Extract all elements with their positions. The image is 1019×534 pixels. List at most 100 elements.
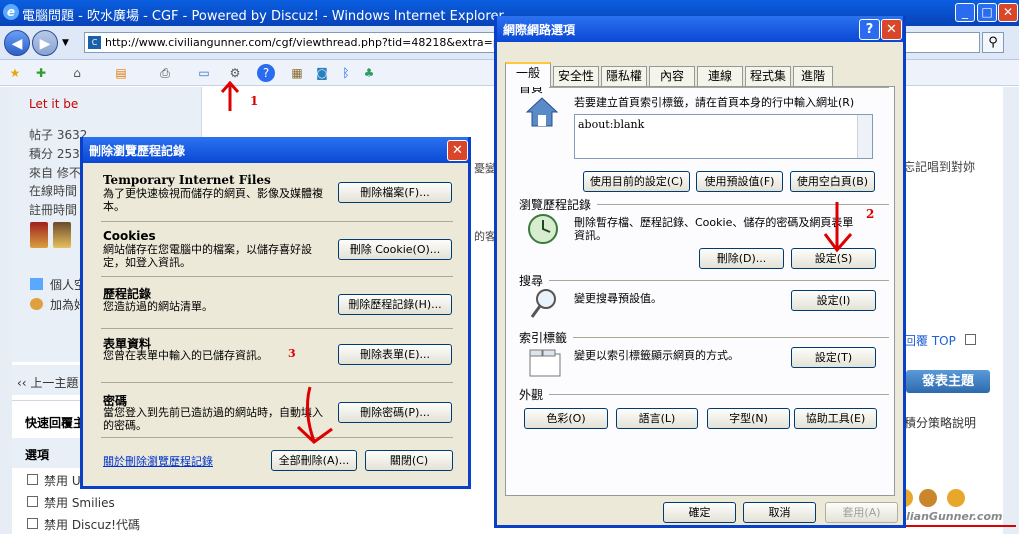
page-icon[interactable]: ▭ [195, 64, 213, 82]
post-new-topic-label: 發表主題 [921, 374, 974, 389]
disable-url-checkbox[interactable] [27, 474, 38, 485]
post-new-topic-button[interactable]: 發表主題 [906, 370, 990, 393]
url-text: http://www.civiliangunner.com/cgf/viewth… [105, 36, 495, 49]
tab-privacy[interactable]: 隱私權 [601, 66, 647, 86]
close-button[interactable]: 關閉(C) [365, 450, 453, 471]
annotation-arrow-2 [823, 202, 853, 253]
reply-top-link[interactable]: 回覆 TOP [904, 332, 956, 349]
select-checkbox[interactable] [965, 334, 976, 345]
temp-files-heading: Temporary Internet Files [103, 173, 271, 187]
accessibility-button[interactable]: 協助工具(E) [794, 408, 877, 429]
forward-button[interactable]: ▶ [32, 30, 58, 56]
form-data-desc: 您曾在表單中輸入的已儲存資訊。 [103, 349, 268, 362]
minimize-button[interactable]: _ [955, 3, 975, 22]
languages-button[interactable]: 語言(L) [616, 408, 698, 429]
delete-cookies-button[interactable]: 刪除 Cookie(O)... [338, 239, 452, 260]
tab-advanced[interactable]: 進階 [793, 66, 833, 86]
ok-button[interactable]: 確定 [663, 502, 736, 523]
post-fragment: 憂變 [474, 162, 496, 175]
quick-reply-title: 快速回覆主 [25, 416, 86, 430]
divider [101, 221, 453, 222]
options-dialog-close-icon[interactable]: ✕ [881, 19, 902, 40]
delete-button[interactable]: 刪除(D)... [699, 248, 784, 269]
messenger-icon[interactable]: ◙ [313, 64, 331, 82]
delete-all-button[interactable]: 全部刪除(A)... [271, 450, 357, 471]
divider [549, 280, 889, 281]
disable-discuz-code-label: 禁用 Discuz!代碼 [44, 518, 140, 532]
tab-general[interactable]: 一般 [505, 62, 551, 87]
post-text-fragment: 忘記唱到對妳 [903, 160, 976, 174]
delete-dialog-title-text: 刪除瀏覽歷程記錄 [89, 144, 186, 158]
apply-button[interactable]: 套用(A) [825, 502, 898, 523]
tab-programs[interactable]: 程式集 [745, 66, 791, 86]
disable-discuz-code-checkbox[interactable] [27, 518, 38, 529]
tabs-settings-button[interactable]: 設定(T) [791, 347, 876, 368]
use-default-button[interactable]: 使用預設值(F) [696, 171, 783, 192]
maximize-button[interactable]: □ [977, 3, 997, 22]
user-online-time: 在線時間 [29, 184, 78, 198]
use-current-button[interactable]: 使用目前的設定(C) [583, 171, 690, 192]
tabs-window-icon [529, 349, 561, 377]
smiley-icon [947, 489, 965, 507]
points-policy-link[interactable]: 積分策略說明 [904, 414, 976, 431]
favorites-star-icon[interactable]: ★ [6, 64, 24, 82]
use-blank-button[interactable]: 使用空白頁(B) [790, 171, 875, 192]
home-space-icon [30, 278, 43, 290]
divider [101, 328, 453, 329]
home-icon[interactable]: ⌂ [68, 64, 86, 82]
delete-dialog-close-icon[interactable]: ✕ [447, 140, 468, 161]
page-margin [0, 87, 12, 534]
delete-passwords-button[interactable]: 刪除密碼(P)... [338, 402, 452, 423]
post-fragment: 的客 [474, 230, 496, 243]
history-dropdown-icon[interactable]: ▼ [62, 38, 69, 48]
user-points: 積分 253 [29, 147, 80, 161]
search-magnifier-icon [530, 289, 556, 318]
divider [101, 437, 453, 438]
annotation-arrow-3 [296, 386, 333, 444]
page-scrollbar[interactable] [1003, 87, 1019, 534]
feeds-icon[interactable]: ▤ [112, 64, 130, 82]
home-page-input[interactable]: about:blank [574, 114, 873, 159]
options-title: 選項 [25, 448, 50, 462]
delete-forms-button[interactable]: 刪除表單(E)... [338, 344, 452, 365]
cookies-desc: 網站儲存在您電腦中的檔案，以儲存喜好設定，如登入資訊。 [103, 243, 312, 269]
annotation-number-3: 3 [288, 347, 296, 360]
search-settings-button[interactable]: 設定(I) [791, 290, 876, 311]
annotation-arrow-1 [220, 80, 240, 111]
disable-url-label: 禁用 U [44, 474, 81, 488]
annotation-number-2: 2 [866, 207, 875, 221]
print-icon[interactable]: ⎙ [156, 64, 174, 82]
back-button[interactable]: ◀ [4, 30, 30, 56]
search-icon[interactable]: ⚲ [982, 32, 1004, 53]
addon-icon[interactable]: ♣ [360, 64, 378, 82]
add-friend-icon [30, 298, 43, 310]
url-field[interactable]: Chttp://www.civiliangunner.com/cgf/viewt… [84, 32, 496, 53]
close-window-button[interactable]: ✕ [998, 3, 1018, 22]
bluetooth-icon[interactable]: ᛒ [337, 64, 355, 82]
disable-smilies-checkbox[interactable] [27, 496, 38, 507]
research-icon[interactable]: ▦ [288, 64, 306, 82]
cancel-button[interactable]: 取消 [743, 502, 816, 523]
help-icon[interactable]: ? [859, 19, 880, 40]
options-dialog-title-text: 網際網路選項 [503, 23, 576, 37]
delete-history-dialog: 刪除瀏覽歷程記錄 ✕ Temporary Internet Files 為了更快… [80, 137, 471, 489]
delete-files-button[interactable]: 刪除檔案(F)... [338, 182, 452, 203]
site-favicon-icon: C [88, 36, 101, 49]
fonts-button[interactable]: 字型(N) [707, 408, 790, 429]
disable-smilies-label: 禁用 Smilies [44, 496, 115, 510]
tab-security[interactable]: 安全性 [553, 66, 599, 86]
delete-history-button[interactable]: 刪除歷程記錄(H)... [338, 294, 452, 315]
prev-topic-link[interactable]: ‹‹ 上一主題 [17, 374, 78, 391]
tab-content[interactable]: 內容 [649, 66, 695, 86]
colors-button[interactable]: 色彩(O) [524, 408, 608, 429]
about-delete-history-link[interactable]: 關於刪除瀏覽歷程記錄 [103, 453, 213, 469]
temp-files-desc: 為了更快速檢視而儲存的網頁、影像及媒體複本。 [103, 187, 323, 213]
help-icon[interactable]: ? [257, 64, 275, 82]
add-favorite-icon[interactable]: ✚ [32, 64, 50, 82]
tab-connections[interactable]: 連線 [697, 66, 743, 86]
home-page-value: about:blank [578, 118, 645, 131]
internet-options-dialog: 網際網路選項 ? ✕ 一般 安全性 隱私權 內容 連線 程式集 進階 首頁 若要… [494, 16, 906, 528]
user-from: 來自 修不 [29, 166, 81, 180]
divider [573, 337, 889, 338]
textarea-scrollbar[interactable] [857, 115, 872, 158]
